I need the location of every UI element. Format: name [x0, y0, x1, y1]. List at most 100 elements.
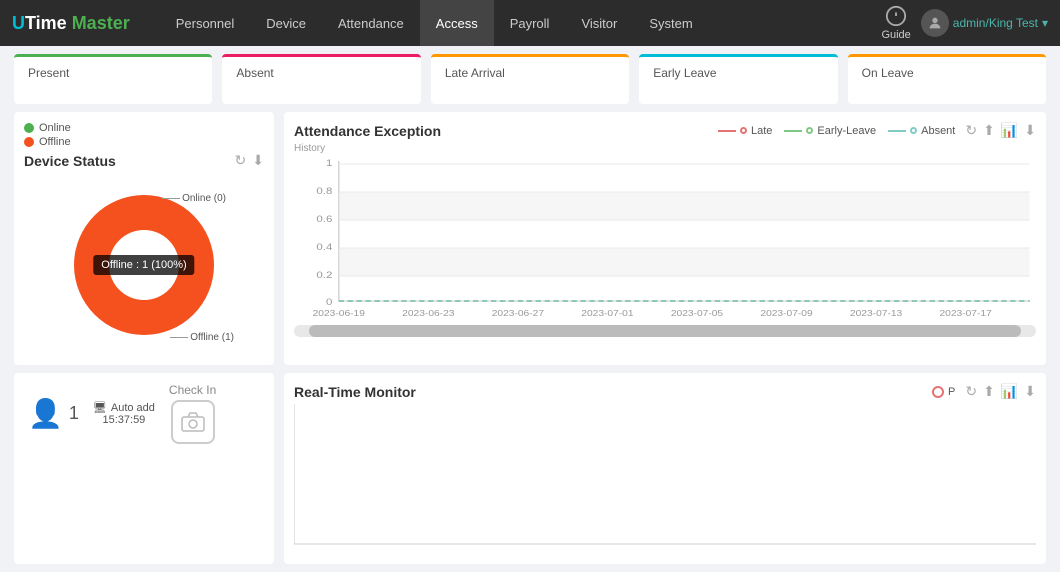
stat-card-on-leave: On Leave	[848, 54, 1046, 104]
att-chart-icon[interactable]: 📊	[1001, 122, 1018, 139]
legend-line	[784, 130, 802, 132]
monitor-card-actions: ↻ ⬆ 📊 ⬇	[965, 383, 1036, 400]
monitor-legend: P	[932, 386, 955, 398]
offline-label: Offline	[39, 136, 71, 148]
bottom-row: 👤 1 🖥 Auto add 15:37:59 Check In	[0, 373, 1060, 572]
monitor-title: Real-Time Monitor	[294, 384, 416, 400]
att-legend-late: Late	[718, 125, 772, 137]
nav-item-device[interactable]: Device	[250, 0, 322, 46]
activity-count: 1	[69, 403, 79, 424]
att-legend-early-leave: Early-Leave	[784, 125, 876, 137]
legend-circle	[806, 127, 813, 134]
checkin-label: Check In	[169, 383, 216, 397]
legend-line	[888, 130, 906, 132]
stat-card-present: Present	[14, 54, 212, 104]
offline-legend-item: Offline	[24, 136, 264, 148]
camera-icon	[171, 400, 215, 444]
user-label: admin/King Test	[953, 16, 1038, 30]
user-avatar	[921, 9, 949, 37]
nav-menu: PersonnelDeviceAttendanceAccessPayrollVi…	[160, 0, 882, 46]
attendance-header: Attendance Exception Late Early-Leave Abse…	[294, 122, 1036, 139]
person-count: 👤 1	[28, 397, 79, 430]
nav-item-visitor[interactable]: Visitor	[565, 0, 633, 46]
stat-label-on-leave: On Leave	[862, 66, 914, 80]
online-legend-item: Online	[24, 122, 264, 134]
svg-text:0.8: 0.8	[316, 187, 332, 197]
svg-text:2023-07-13: 2023-07-13	[850, 309, 902, 318]
svg-text:1: 1	[326, 159, 333, 169]
monitor-refresh-icon[interactable]: ↻	[965, 383, 977, 400]
stats-row: Present Absent Late Arrival Early Leave On L…	[0, 46, 1060, 112]
nav-right: Guide admin/King Test ▾	[881, 5, 1048, 41]
p-legend-label: P	[948, 386, 955, 398]
attendance-chart: 1 0.8 0.6 0.4 0.2 0 2023-06-19 2023-06-2…	[294, 156, 1036, 321]
real-time-monitor-card: Real-Time Monitor P ↻ ⬆ 📊 ⬇	[284, 373, 1046, 564]
auto-add-section: 🖥 Auto add 15:37:59	[93, 401, 155, 426]
device-status-title: Device Status	[24, 153, 116, 169]
stat-card-absent: Absent	[222, 54, 420, 104]
att-legend-absent: Absent	[888, 125, 955, 137]
attendance-card-actions: ↻ ⬆ 📊 ⬇	[965, 122, 1036, 139]
svg-text:2023-07-09: 2023-07-09	[760, 309, 812, 318]
nav-item-payroll[interactable]: Payroll	[494, 0, 566, 46]
person-icon: 👤	[28, 397, 63, 430]
activity-row: 👤 1 🖥 Auto add 15:37:59 Check In	[28, 383, 260, 444]
checkin-section: Check In	[169, 383, 216, 444]
attendance-exception-card: Attendance Exception Late Early-Leave Abse…	[284, 112, 1046, 365]
monitor-header: Real-Time Monitor P ↻ ⬆ 📊 ⬇	[294, 383, 1036, 400]
svg-text:0.2: 0.2	[316, 271, 332, 281]
svg-text:2023-06-19: 2023-06-19	[313, 309, 365, 318]
history-label: History	[294, 143, 1036, 154]
online-dot	[24, 123, 34, 133]
svg-text:2023-07-05: 2023-07-05	[671, 309, 723, 318]
chevron-down-icon: ▾	[1042, 16, 1048, 30]
attendance-legend: Late Early-Leave Absent	[718, 125, 955, 137]
attendance-title: Attendance Exception	[294, 123, 441, 139]
donut-chart: Online (0) Offline (1) Offline : 1 (100%…	[54, 175, 234, 355]
legend-circle	[740, 127, 747, 134]
svg-text:2023-06-23: 2023-06-23	[402, 309, 454, 318]
main-content-row: Online Offline Device Status ↻ ⬇	[0, 112, 1060, 373]
auto-add-time: 15:37:59	[102, 414, 145, 426]
stat-label-early-leave: Early Leave	[653, 66, 716, 80]
user-menu[interactable]: admin/King Test ▾	[921, 9, 1048, 37]
nav-item-personnel[interactable]: Personnel	[160, 0, 251, 46]
scrollbar-thumb[interactable]	[309, 325, 1021, 337]
device-legend: Online Offline	[24, 122, 264, 148]
svg-text:0.4: 0.4	[316, 243, 332, 253]
svg-text:2023-07-01: 2023-07-01	[581, 309, 633, 318]
svg-text:2023-07-17: 2023-07-17	[939, 309, 991, 318]
offline-dot	[24, 137, 34, 147]
online-label: Online	[39, 122, 71, 134]
stat-label-late: Late Arrival	[445, 66, 505, 80]
chart-scrollbar[interactable]	[294, 325, 1036, 337]
monitor-chart-icon[interactable]: 📊	[1001, 383, 1018, 400]
device-card-header: Device Status ↻ ⬇	[24, 152, 264, 169]
offline-chart-label: Offline (1)	[170, 332, 234, 343]
stat-card-early-leave: Early Leave	[639, 54, 837, 104]
legend-circle	[910, 127, 917, 134]
refresh-icon[interactable]: ↻	[235, 152, 247, 169]
device-status-card: Online Offline Device Status ↻ ⬇	[14, 112, 274, 365]
svg-text:2023-06-27: 2023-06-27	[492, 309, 544, 318]
att-upload-icon[interactable]: ⬆	[983, 122, 995, 139]
stat-label-absent: Absent	[236, 66, 273, 80]
monitor-chart	[294, 404, 1036, 554]
download-icon[interactable]: ⬇	[252, 152, 264, 169]
nav-item-attendance[interactable]: Attendance	[322, 0, 420, 46]
nav-item-system[interactable]: System	[633, 0, 708, 46]
p-legend-dot	[932, 386, 944, 398]
monitor-upload-icon[interactable]: ⬆	[983, 383, 995, 400]
guide-button[interactable]: Guide	[881, 5, 910, 41]
monitor-download-icon[interactable]: ⬇	[1024, 383, 1036, 400]
stat-card-late: Late Arrival	[431, 54, 629, 104]
svg-text:0.6: 0.6	[316, 215, 332, 225]
device-card-actions: ↻ ⬇	[235, 152, 264, 169]
online-chart-label: Online (0)	[162, 193, 226, 204]
att-refresh-icon[interactable]: ↻	[965, 122, 977, 139]
logo: UTime Master	[12, 13, 130, 34]
nav-item-access[interactable]: Access	[420, 0, 494, 46]
auto-add-label: 🖥 Auto add	[93, 401, 155, 414]
att-download-icon[interactable]: ⬇	[1024, 122, 1036, 139]
navbar: UTime Master PersonnelDeviceAttendanceAc…	[0, 0, 1060, 46]
